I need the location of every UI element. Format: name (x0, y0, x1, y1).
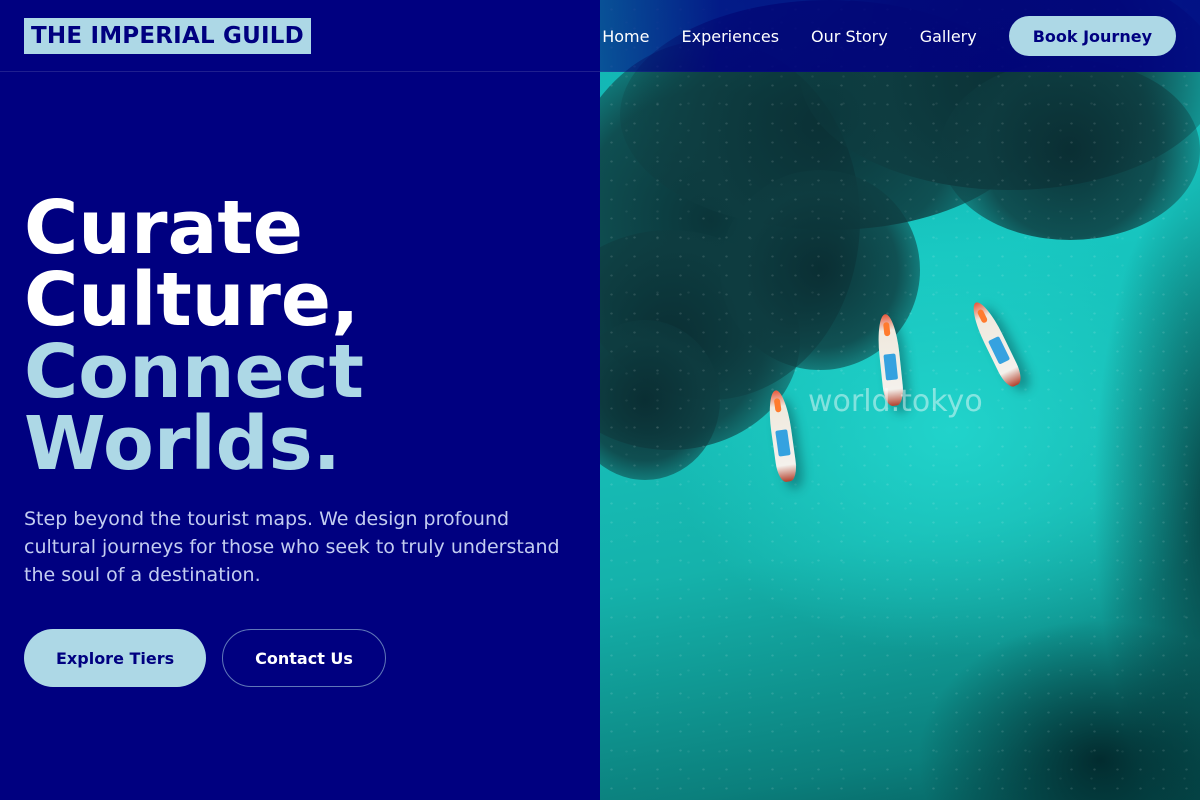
hero-title-accent-line: Connect (24, 329, 364, 415)
explore-tiers-button[interactable]: Explore Tiers (24, 629, 207, 687)
brand-logo[interactable]: THE IMPERIAL GUILD (24, 18, 311, 54)
hero-actions: Explore Tiers Contact Us (24, 629, 386, 687)
nav-home[interactable]: Home (602, 27, 649, 46)
page: world.tokyo THE IMPERIAL GUILD Home Expe… (0, 0, 1200, 800)
hero-subtitle: Step beyond the tourist maps. We design … (24, 508, 560, 586)
nav-experiences[interactable]: Experiences (681, 27, 779, 46)
hero-title-line: Curate (24, 185, 303, 271)
contact-us-button[interactable]: Contact Us (222, 629, 386, 687)
book-journey-button[interactable]: Book Journey (1008, 16, 1176, 56)
nav-our-story[interactable]: Our Story (811, 27, 888, 46)
hero-title-line: Culture, (24, 257, 360, 343)
hero-title: Curate Culture, Connect Worlds. (24, 185, 364, 487)
image-watermark: world.tokyo (808, 384, 983, 419)
hero-title-accent-line: Worlds. (24, 401, 341, 487)
site-header: THE IMPERIAL GUILD Home Experiences Our … (0, 0, 1200, 72)
nav-gallery[interactable]: Gallery (920, 27, 977, 46)
main-nav: Home Experiences Our Story Gallery Book … (602, 0, 1176, 72)
